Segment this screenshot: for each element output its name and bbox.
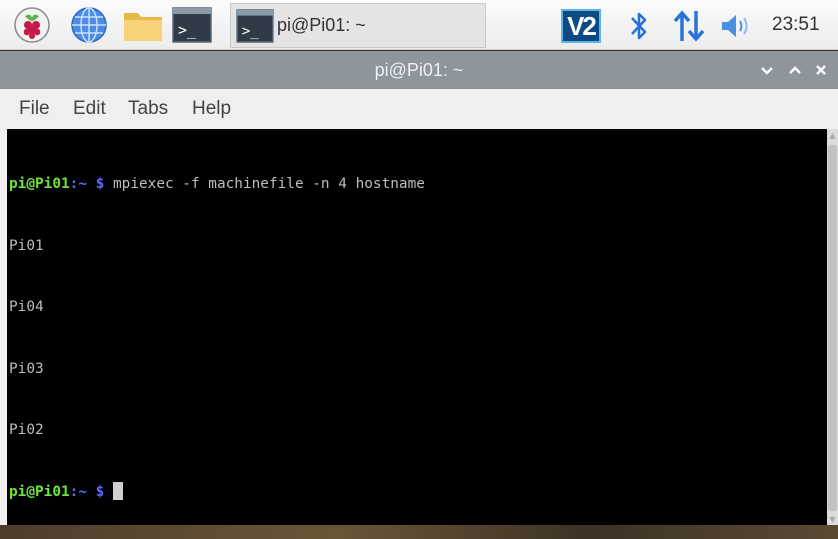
minimize-button[interactable]	[758, 61, 776, 79]
terminal-scrollbar[interactable]: ▲ ▼	[827, 129, 838, 525]
bluetooth-icon[interactable]	[628, 9, 650, 43]
window-titlebar[interactable]: pi@Pi01: ~	[0, 51, 838, 89]
text-cursor	[113, 481, 123, 500]
folder-icon[interactable]	[122, 7, 164, 43]
terminal-output-area[interactable]: pi@Pi01:~ $ mpiexec -f machinefile -n 4 …	[7, 129, 827, 525]
globe-icon[interactable]	[70, 6, 108, 44]
terminal-icon: >_	[236, 9, 274, 43]
prompt-symbol: $	[95, 483, 105, 500]
close-icon	[816, 65, 826, 75]
prompt-symbol: $	[95, 176, 105, 192]
menu-file[interactable]: File	[19, 98, 50, 120]
maximize-button[interactable]	[786, 61, 804, 79]
output-line: Pi02	[9, 422, 44, 438]
window-title: pi@Pi01: ~	[374, 60, 464, 80]
raspberry-pi-icon[interactable]	[14, 7, 50, 43]
menu-edit[interactable]: Edit	[73, 98, 106, 120]
vnc-server-icon[interactable]: V2	[561, 9, 601, 43]
volume-icon[interactable]	[720, 12, 754, 40]
menu-bar: File Edit Tabs Help	[0, 89, 838, 129]
output-line: Pi01	[9, 237, 44, 254]
prompt-path: :~	[69, 483, 87, 500]
svg-text:>_: >_	[242, 23, 260, 39]
chevron-up-icon	[789, 66, 801, 74]
network-icon[interactable]	[672, 9, 706, 43]
command-text: mpiexec -f machinefile -n 4 hostname	[113, 176, 425, 192]
taskbar-window-label: pi@Pi01: ~	[277, 15, 366, 35]
scroll-down-arrow-icon[interactable]: ▼	[828, 515, 837, 524]
desktop-background	[0, 525, 838, 539]
prompt-user: pi@Pi01	[9, 176, 70, 192]
scrollbar-thumb[interactable]	[828, 145, 837, 511]
scroll-up-arrow-icon[interactable]: ▲	[828, 131, 837, 140]
svg-text:>_: >_	[178, 21, 197, 39]
command-line: pi@Pi01:~ $ mpiexec -f machinefile -n 4 …	[9, 174, 425, 195]
vnc-label: V2	[567, 11, 597, 41]
menu-help[interactable]: Help	[192, 98, 231, 120]
output-line: Pi03	[9, 360, 44, 377]
prompt-path: :~	[69, 176, 87, 192]
terminal-icon[interactable]: >_	[172, 7, 212, 43]
chevron-down-icon	[761, 67, 773, 75]
prompt-user: pi@Pi01	[9, 483, 70, 500]
clock[interactable]: 23:51	[772, 14, 820, 36]
menu-tabs[interactable]: Tabs	[128, 98, 168, 120]
output-line: Pi04	[9, 299, 44, 315]
window-border	[0, 129, 7, 525]
close-button[interactable]	[812, 61, 830, 79]
taskbar: >_ >_ pi@Pi01: ~ V2 23:51	[0, 0, 838, 50]
current-prompt-line[interactable]: pi@Pi01:~ $	[9, 481, 425, 503]
taskbar-terminal-window[interactable]: >_ pi@Pi01: ~	[230, 3, 486, 48]
